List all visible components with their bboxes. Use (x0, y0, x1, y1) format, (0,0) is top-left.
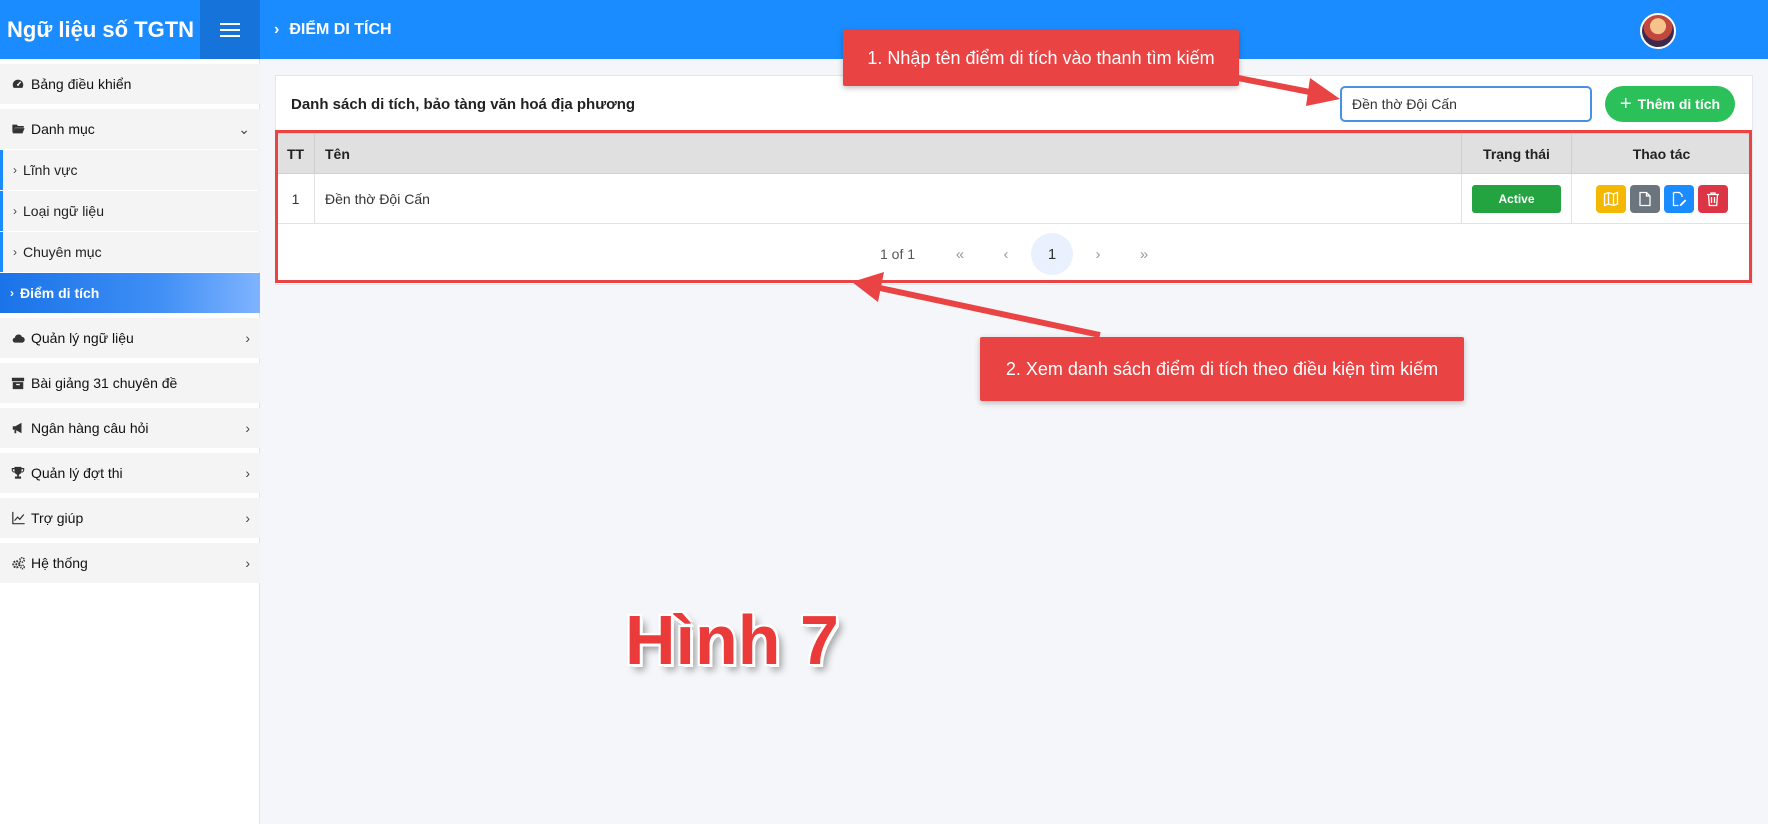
chevron-right-icon: › (13, 204, 17, 218)
sidebar-item-label: Quản lý đợt thi (31, 465, 123, 481)
megaphone-icon (10, 420, 26, 436)
folder-open-icon (10, 121, 26, 137)
chevron-right-icon: › (13, 163, 17, 177)
chevron-right-icon: › (245, 510, 250, 526)
chevron-right-icon: › (274, 20, 280, 38)
chevron-right-icon: › (245, 330, 250, 346)
sidebar-item-label: Bài giảng 31 chuyên đề (31, 375, 178, 391)
app-title[interactable]: Ngữ liệu số TGTN (0, 0, 200, 59)
sidebar-item-question-bank[interactable]: Ngân hàng câu hỏi › (0, 408, 260, 448)
dashboard-icon (10, 76, 26, 92)
chart-icon (10, 510, 26, 526)
sidebar-item-field[interactable]: › Lĩnh vực (0, 150, 260, 190)
hamburger-icon (220, 22, 240, 37)
user-avatar[interactable] (1640, 13, 1676, 49)
chevron-right-icon: › (13, 245, 17, 259)
card-title: Danh sách di tích, bảo tàng văn hoá địa … (291, 96, 636, 113)
sidebar-item-categories[interactable]: Danh mục ⌄ (0, 109, 260, 149)
sidebar-item-label: Lĩnh vực (23, 162, 78, 178)
sidebar: Bảng điều khiển Danh mục ⌄ › Lĩnh vực › … (0, 59, 260, 824)
chevron-right-icon: › (245, 555, 250, 571)
sidebar-item-label: Chuyên mục (23, 244, 102, 260)
sidebar-item-relic-sites[interactable]: › Điểm di tích (0, 273, 260, 313)
sidebar-item-help[interactable]: Trợ giúp › (0, 498, 260, 538)
chevron-right-icon: › (245, 465, 250, 481)
cogs-icon (10, 555, 26, 571)
search-input[interactable] (1340, 86, 1592, 122)
trophy-icon (10, 465, 26, 481)
sidebar-item-label: Hệ thống (31, 555, 88, 571)
chevron-right-icon: › (245, 420, 250, 436)
callout-step1: 1. Nhập tên điểm di tích vào thanh tìm k… (843, 30, 1239, 86)
sidebar-item-system[interactable]: Hệ thống › (0, 543, 260, 583)
sidebar-item-lectures[interactable]: Bài giảng 31 chuyên đề (0, 363, 260, 403)
breadcrumb-current: ĐIỂM DI TÍCH (289, 20, 392, 38)
add-relic-button-label: Thêm di tích (1637, 96, 1721, 112)
archive-icon (10, 375, 26, 391)
sidebar-item-label: Điểm di tích (20, 285, 100, 301)
sidebar-item-exam-management[interactable]: Quản lý đợt thi › (0, 453, 260, 493)
sidebar-item-corpus-management[interactable]: Quản lý ngữ liệu › (0, 318, 260, 358)
sidebar-item-corpus-type[interactable]: › Loại ngữ liệu (0, 191, 260, 231)
arrow-step2-line (879, 285, 1101, 338)
add-relic-button[interactable]: + Thêm di tích (1605, 86, 1735, 122)
menu-toggle-button[interactable] (200, 0, 260, 59)
sidebar-item-label: Bảng điều khiển (31, 76, 132, 92)
sidebar-item-label: Danh mục (31, 121, 95, 137)
figure-label: Hình 7 (625, 601, 839, 679)
sidebar-item-label: Ngân hàng câu hỏi (31, 420, 149, 436)
plus-icon: + (1619, 93, 1632, 115)
sidebar-item-dashboard[interactable]: Bảng điều khiển (0, 64, 260, 104)
sidebar-item-label: Quản lý ngữ liệu (31, 330, 134, 346)
chevron-down-icon: ⌄ (238, 121, 250, 137)
callout-step2: 2. Xem danh sách điểm di tích theo điều … (980, 337, 1464, 401)
sidebar-item-label: Loại ngữ liệu (23, 203, 104, 219)
sidebar-item-label: Trợ giúp (31, 510, 84, 526)
cloud-icon (10, 330, 26, 346)
chevron-right-icon: › (10, 286, 14, 300)
highlight-box (275, 130, 1752, 283)
breadcrumb: › ĐIỂM DI TÍCH (274, 0, 392, 59)
sidebar-item-topic[interactable]: › Chuyên mục (0, 232, 260, 272)
